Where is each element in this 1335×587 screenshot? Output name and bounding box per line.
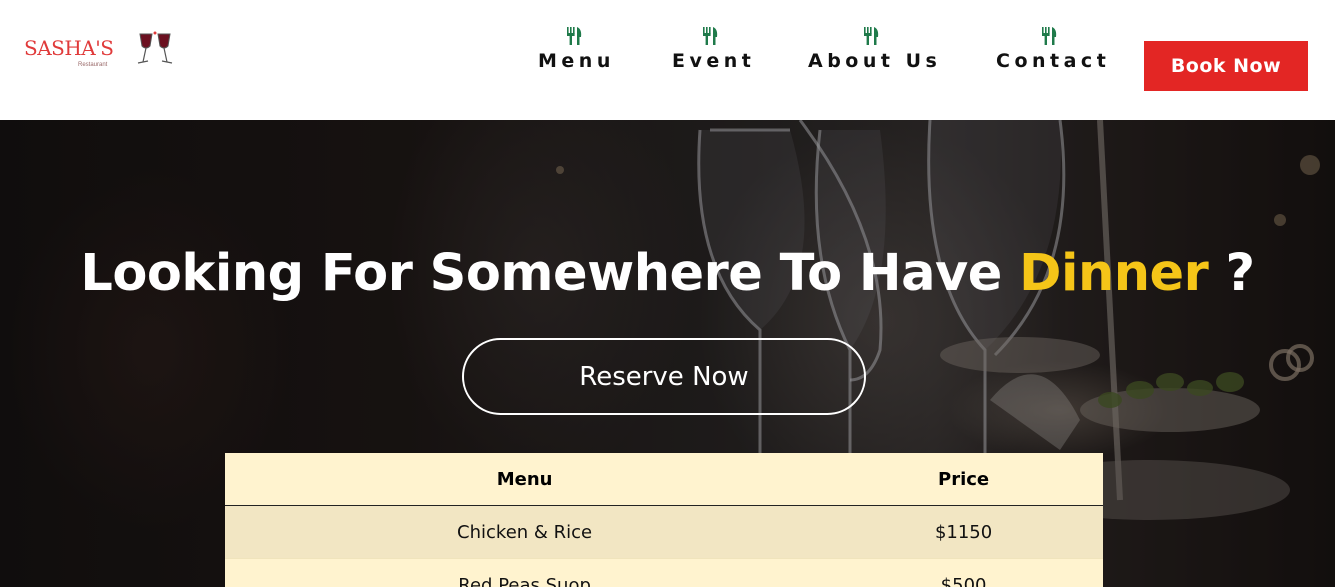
nav-item-about-us[interactable]: About Us <box>808 26 937 72</box>
fork-knife-icon <box>1042 27 1057 45</box>
brand-name: SASHA'S <box>24 36 114 60</box>
menu-price-table: Menu Price Chicken & Rice $1150 Red Peas… <box>225 453 1103 587</box>
fork-knife-icon <box>864 27 879 45</box>
nav-label: Menu <box>538 50 615 72</box>
menu-item-price: $500 <box>824 558 1103 587</box>
table-row: Chicken & Rice $1150 <box>225 505 1103 559</box>
nav-item-contact[interactable]: Contact <box>996 26 1106 72</box>
book-now-button[interactable]: Book Now <box>1144 41 1308 91</box>
table-header-menu: Menu <box>225 453 825 506</box>
table-row: Red Peas Suop $500 <box>225 558 1103 587</box>
headline-question-mark: ? <box>1208 244 1256 303</box>
reserve-now-button[interactable]: Reserve Now <box>462 338 866 415</box>
fork-knife-icon <box>567 27 582 45</box>
headline-accent-word: Dinner <box>1019 244 1209 303</box>
menu-item-name: Chicken & Rice <box>225 505 825 559</box>
wine-glasses-icon <box>137 31 173 64</box>
menu-item-name: Red Peas Suop <box>225 558 825 587</box>
nav-label: About Us <box>808 50 942 72</box>
brand-logo[interactable]: SASHA'S Restaurant <box>24 30 174 76</box>
hero-section: Looking For Somewhere To Have Dinner ? R… <box>0 120 1335 587</box>
site-header: SASHA'S Restaurant Menu Event About Us C… <box>0 0 1335 120</box>
fork-knife-icon <box>703 27 718 45</box>
nav-label: Event <box>672 50 756 72</box>
nav-label: Contact <box>996 50 1111 72</box>
table-header-price: Price <box>824 453 1103 506</box>
menu-item-price: $1150 <box>824 505 1103 559</box>
hero-headline: Looking For Somewhere To Have Dinner ? <box>0 244 1335 303</box>
nav-item-menu[interactable]: Menu <box>538 26 610 72</box>
nav-item-event[interactable]: Event <box>672 26 751 72</box>
brand-tagline: Restaurant <box>78 62 108 68</box>
headline-text: Looking For Somewhere To Have <box>80 244 1020 303</box>
